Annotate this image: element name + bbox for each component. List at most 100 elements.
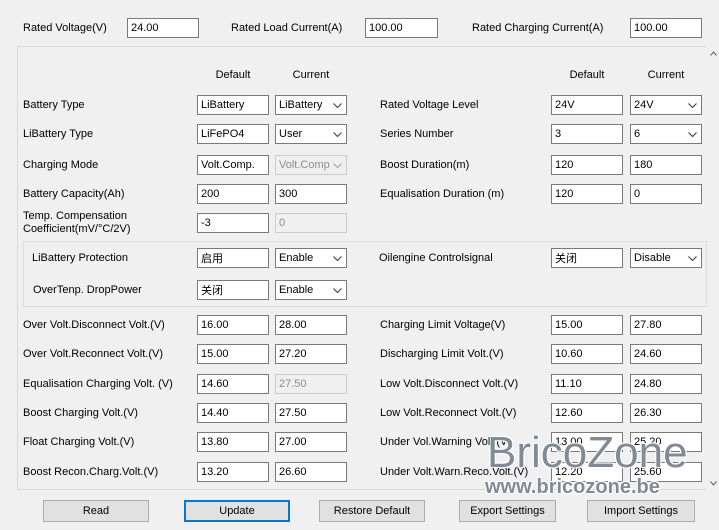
temp-compensation-label-line: Temp. Compensation — [23, 210, 127, 222]
temp-compensation-current-field — [275, 213, 347, 233]
over-volt-reconnect-current-field[interactable] — [275, 344, 347, 364]
oilengine-controlsignal-default-field[interactable] — [551, 248, 623, 268]
oilengine-controlsignal-select-value: Disable — [634, 252, 671, 264]
update-button[interactable]: Update — [184, 500, 290, 522]
chevron-down-icon — [329, 125, 346, 143]
overtemp-droppower-label: OverTenp. DropPower — [33, 284, 142, 296]
charging-mode-default-field[interactable] — [197, 155, 269, 175]
settings-row: Boost Charging Volt.(V) Low Volt.Reconne… — [0, 403, 719, 423]
libattery-protection-select-value: Enable — [279, 252, 314, 264]
rated-load-current-field[interactable] — [365, 18, 438, 38]
left-current-header: Current — [292, 69, 330, 81]
libattery-protection-select[interactable]: Enable — [275, 248, 347, 268]
charging-mode-select: Volt.Comp — [275, 155, 347, 175]
charging-limit-voltage-default-field[interactable] — [551, 315, 623, 335]
rated-voltage-level-default-field[interactable] — [551, 95, 623, 115]
series-number-select[interactable]: 6 — [630, 124, 702, 144]
under-volt-warn-reco-current-field[interactable] — [630, 462, 702, 482]
equalisation-duration-label: Equalisation Duration (m) — [380, 188, 505, 200]
equalisation-charging-volt-current-field — [275, 374, 347, 394]
series-number-label: Series Number — [380, 128, 454, 140]
low-volt-reconnect-label: Low Volt.Reconnect Volt.(V) — [380, 407, 517, 419]
chevron-down-icon — [329, 249, 346, 267]
discharging-limit-volt-current-field[interactable] — [630, 344, 702, 364]
rated-voltage-label: Rated Voltage(V) — [23, 22, 107, 34]
over-volt-disconnect-current-field[interactable] — [275, 315, 347, 335]
rated-voltage-level-select[interactable]: 24V — [630, 95, 702, 115]
settings-row: Over Volt.Disconnect Volt.(V) Charging L… — [0, 315, 719, 335]
oilengine-controlsignal-label: Oilengine Controlsignal — [379, 252, 493, 264]
under-vol-warning-default-field[interactable] — [551, 432, 623, 452]
boost-duration-default-field[interactable] — [551, 155, 623, 175]
boost-duration-label: Boost Duration(m) — [380, 159, 470, 171]
rated-voltage-level-select-value: 24V — [634, 99, 654, 111]
settings-row: OverTenp. DropPower Enable — [0, 280, 719, 300]
charging-mode-select-value: Volt.Comp — [279, 159, 330, 171]
under-volt-warn-reco-label: Under Volt.Warn.Reco.Volt.(V) — [380, 466, 529, 478]
export-settings-button[interactable]: Export Settings — [459, 500, 556, 522]
low-volt-reconnect-default-field[interactable] — [551, 403, 623, 423]
battery-type-default-field[interactable] — [197, 95, 269, 115]
series-number-select-value: 6 — [634, 128, 641, 140]
settings-row: Float Charging Volt.(V) Under Vol.Warnin… — [0, 432, 719, 452]
settings-row: Boost Recon.Charg.Volt.(V) Under Volt.Wa… — [0, 462, 719, 482]
charging-mode-label: Charging Mode — [23, 159, 99, 171]
low-volt-reconnect-current-field[interactable] — [630, 403, 702, 423]
temp-compensation-default-field[interactable] — [197, 213, 269, 233]
chevron-up-icon[interactable] — [707, 46, 719, 60]
rated-charging-current-field[interactable] — [630, 18, 702, 38]
chevron-down-icon — [684, 125, 701, 143]
battery-capacity-default-field[interactable] — [197, 184, 269, 204]
libattery-type-default-field[interactable] — [197, 124, 269, 144]
boost-charging-volt-default-field[interactable] — [197, 403, 269, 423]
over-volt-disconnect-default-field[interactable] — [197, 315, 269, 335]
overtemp-droppower-default-field[interactable] — [197, 280, 269, 300]
temp-compensation-label: Temp. Compensation Coefficient(mV/°C/2V) — [23, 210, 131, 236]
temp-compensation-label-line: Coefficient(mV/°C/2V) — [23, 223, 131, 235]
libattery-protection-label: LiBattery Protection — [32, 252, 128, 264]
right-current-header: Current — [647, 69, 685, 81]
rated-voltage-field[interactable] — [127, 18, 199, 38]
chevron-down-icon — [684, 249, 701, 267]
read-button[interactable]: Read — [43, 500, 149, 522]
low-volt-disconnect-label: Low Volt.Disconnect Volt.(V) — [380, 378, 519, 390]
boost-recon-charg-volt-current-field[interactable] — [275, 462, 347, 482]
libattery-protection-default-field[interactable] — [197, 248, 269, 268]
under-vol-warning-current-field[interactable] — [630, 432, 702, 452]
libattery-type-select-value: User — [279, 128, 303, 140]
equalisation-duration-default-field[interactable] — [551, 184, 623, 204]
boost-recon-charg-volt-default-field[interactable] — [197, 462, 269, 482]
chevron-down-icon — [329, 156, 346, 174]
settings-row: Temp. Compensation Coefficient(mV/°C/2V) — [0, 210, 719, 236]
rated-voltage-level-label: Rated Voltage Level — [380, 99, 479, 111]
float-charging-volt-default-field[interactable] — [197, 432, 269, 452]
discharging-limit-volt-default-field[interactable] — [551, 344, 623, 364]
equalisation-charging-volt-default-field[interactable] — [197, 374, 269, 394]
under-volt-warn-reco-default-field[interactable] — [551, 462, 623, 482]
series-number-default-field[interactable] — [551, 124, 623, 144]
restore-default-button[interactable]: Restore Default — [319, 500, 425, 522]
overtemp-droppower-select[interactable]: Enable — [275, 280, 347, 300]
low-volt-disconnect-current-field[interactable] — [630, 374, 702, 394]
libattery-type-select[interactable]: User — [275, 124, 347, 144]
battery-type-label: Battery Type — [23, 99, 85, 111]
boost-charging-volt-current-field[interactable] — [275, 403, 347, 423]
float-charging-volt-current-field[interactable] — [275, 432, 347, 452]
battery-capacity-current-field[interactable] — [275, 184, 347, 204]
left-default-header: Default — [215, 69, 251, 81]
boost-duration-current-field[interactable] — [630, 155, 702, 175]
battery-type-select[interactable]: LiBattery — [275, 95, 347, 115]
boost-recon-charg-volt-label: Boost Recon.Charg.Volt.(V) — [23, 466, 159, 478]
rated-load-current-label: Rated Load Current(A) — [231, 22, 343, 34]
over-volt-reconnect-default-field[interactable] — [197, 344, 269, 364]
equalisation-charging-volt-label: Equalisation Charging Volt. (V) — [23, 378, 173, 390]
rated-values-row: Rated Voltage(V) Rated Load Current(A) R… — [0, 18, 719, 38]
charging-limit-voltage-current-field[interactable] — [630, 315, 702, 335]
equalisation-duration-current-field[interactable] — [630, 184, 702, 204]
low-volt-disconnect-default-field[interactable] — [551, 374, 623, 394]
chevron-down-icon — [329, 96, 346, 114]
oilengine-controlsignal-select[interactable]: Disable — [630, 248, 702, 268]
settings-row: Battery Capacity(Ah) Equalisation Durati… — [0, 184, 719, 204]
import-settings-button[interactable]: Import Settings — [587, 500, 695, 522]
charging-limit-voltage-label: Charging Limit Voltage(V) — [380, 319, 506, 331]
